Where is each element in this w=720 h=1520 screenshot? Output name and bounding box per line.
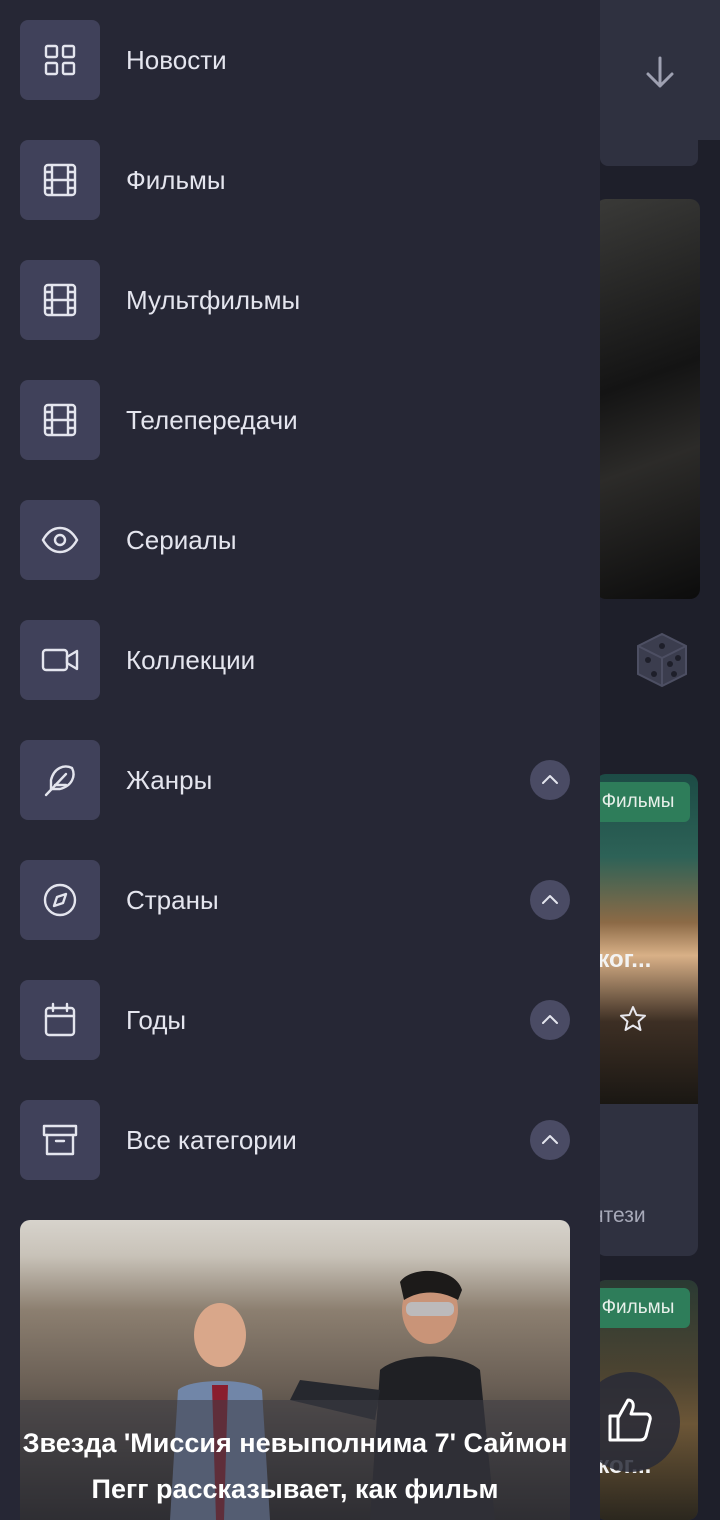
menu-item-label: Коллекции xyxy=(126,645,256,675)
news-title-line: Пегг рассказывает, как фильм xyxy=(91,1474,499,1504)
star-icon[interactable] xyxy=(618,1004,648,1034)
menu-item-label: Мультфильмы xyxy=(126,285,301,315)
menu-item-label: Годы xyxy=(126,1005,187,1035)
menu-item-years[interactable]: Годы xyxy=(20,980,580,1060)
menu-item-label: Жанры xyxy=(126,765,213,795)
menu-item-label: Страны xyxy=(126,885,219,915)
movie-card[interactable]: Фильмы ског... нтези xyxy=(596,774,698,1256)
news-title: Звезда 'Миссия невыполнима 7' Саймон Пег… xyxy=(20,1420,570,1512)
menu-item-label: Все категории xyxy=(126,1125,297,1155)
menu-item-label: Фильмы xyxy=(126,165,226,195)
arrow-down-icon[interactable] xyxy=(638,50,682,94)
menu-item-all-categories[interactable]: Все категории xyxy=(20,1100,580,1180)
menu-item-genres[interactable]: Жанры xyxy=(20,740,580,820)
eye-icon xyxy=(20,500,100,580)
archive-icon xyxy=(20,1100,100,1180)
navigation-drawer: Новости Фильмы Мультфильмы Телепередачи … xyxy=(0,0,600,1520)
chevron-up-icon[interactable] xyxy=(530,1120,570,1160)
movie-poster xyxy=(596,774,698,1104)
dice-icon[interactable] xyxy=(634,630,690,690)
grid-icon xyxy=(20,20,100,100)
movie-genre: нтези xyxy=(596,1204,646,1227)
menu-item-movies[interactable]: Фильмы xyxy=(20,140,580,220)
thumbs-up-icon xyxy=(608,1398,652,1442)
chevron-up-icon[interactable] xyxy=(530,880,570,920)
film-icon xyxy=(20,380,100,460)
chevron-up-icon[interactable] xyxy=(530,760,570,800)
header-strip xyxy=(600,140,698,166)
menu-item-label: Новости xyxy=(126,45,227,75)
menu-item-label: Сериалы xyxy=(126,525,237,555)
film-icon xyxy=(20,260,100,340)
featured-poster[interactable] xyxy=(596,199,700,599)
category-badge: Фильмы xyxy=(596,782,690,822)
video-camera-icon xyxy=(20,620,100,700)
chevron-up-icon[interactable] xyxy=(530,1000,570,1040)
menu-item-tv-shows[interactable]: Телепередачи xyxy=(20,380,580,460)
category-badge: Фильмы xyxy=(596,1288,690,1328)
film-icon xyxy=(20,140,100,220)
news-title-line: Звезда 'Миссия невыполнима 7' Саймон xyxy=(22,1428,568,1458)
calendar-icon xyxy=(20,980,100,1060)
menu-item-series[interactable]: Сериалы xyxy=(20,500,580,580)
menu-item-label: Телепередачи xyxy=(126,405,298,435)
movie-title: ског... xyxy=(596,946,652,973)
compass-icon xyxy=(20,860,100,940)
menu-item-news[interactable]: Новости xyxy=(20,20,580,100)
news-card[interactable]: Звезда 'Миссия невыполнима 7' Саймон Пег… xyxy=(20,1220,570,1520)
menu-item-cartoons[interactable]: Мультфильмы xyxy=(20,260,580,340)
menu-item-collections[interactable]: Коллекции xyxy=(20,620,580,700)
feather-icon xyxy=(20,740,100,820)
menu-item-countries[interactable]: Страны xyxy=(20,860,580,940)
